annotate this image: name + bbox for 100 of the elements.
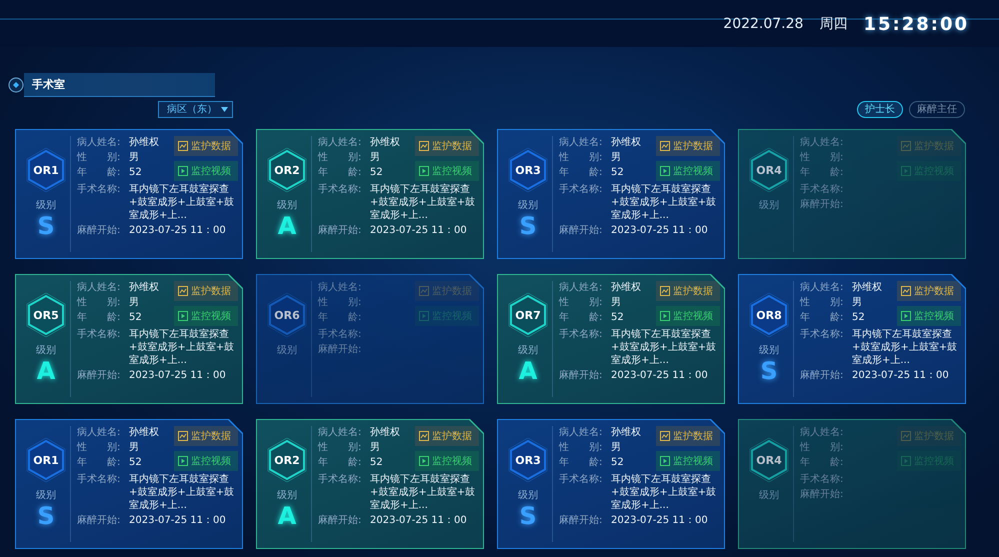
grade-letter: A bbox=[518, 359, 538, 383]
room-badge: OR5 bbox=[26, 293, 66, 337]
field-label: 病人姓名: bbox=[318, 281, 362, 294]
field-label: 病人姓名: bbox=[559, 281, 604, 294]
field-value: 耳内镜下左耳鼓室探查+鼓室成形+上鼓室+鼓室成形+上... bbox=[370, 473, 476, 512]
field-value: 52 bbox=[852, 311, 865, 324]
field-label: 性 别: bbox=[318, 151, 362, 164]
field-label: 手术名称: bbox=[77, 183, 122, 197]
field-label: 性 别: bbox=[559, 296, 604, 309]
room-badge: OR3 bbox=[508, 438, 548, 482]
video-button[interactable]: 监控视频 bbox=[656, 306, 720, 326]
field-label: 麻醉开始: bbox=[559, 224, 604, 237]
chart-icon bbox=[178, 431, 188, 441]
play-icon bbox=[178, 311, 188, 321]
grade-label: 级别 bbox=[277, 344, 297, 357]
field-label: 病人姓名: bbox=[318, 136, 362, 149]
video-button[interactable]: 监控视频 bbox=[897, 306, 961, 326]
field-label: 麻醉开始: bbox=[559, 514, 604, 527]
field-label: 病人姓名: bbox=[800, 426, 844, 439]
clock-time: 15:28:00 bbox=[863, 14, 969, 34]
field-value: 52 bbox=[611, 311, 624, 324]
field-label: 病人姓名: bbox=[77, 281, 122, 294]
grade-label: 级别 bbox=[518, 199, 538, 212]
field-value: 男 bbox=[129, 441, 139, 454]
field-value: 男 bbox=[370, 151, 380, 164]
field-value: 孙维权 bbox=[611, 281, 641, 294]
grade-label: 级别 bbox=[277, 199, 297, 212]
field-label: 手术名称: bbox=[559, 328, 604, 342]
field-value: 男 bbox=[129, 151, 139, 164]
role-tab[interactable]: 麻醉主任 bbox=[909, 100, 965, 118]
role-tab[interactable]: 护士长 bbox=[857, 100, 903, 118]
field-label: 麻醉开始: bbox=[318, 343, 362, 356]
chart-icon bbox=[901, 286, 911, 296]
field-label: 手术名称: bbox=[77, 328, 122, 342]
video-button[interactable]: 监控视频 bbox=[174, 161, 238, 181]
grade-letter: S bbox=[519, 504, 537, 528]
grade-letter: S bbox=[519, 214, 537, 238]
video-button[interactable]: 监控视频 bbox=[174, 451, 238, 471]
field-label: 麻醉开始: bbox=[77, 369, 122, 382]
field-value: 2023-07-25 11：00 bbox=[611, 369, 708, 382]
monitor-data-button[interactable]: 监护数据 bbox=[174, 136, 238, 156]
video-button[interactable]: 监控视频 bbox=[656, 161, 720, 181]
field-value: 男 bbox=[611, 296, 621, 309]
field-label: 病人姓名: bbox=[559, 426, 604, 439]
field-label: 手术名称: bbox=[800, 328, 844, 342]
play-icon bbox=[178, 456, 188, 466]
video-button[interactable]: 监控视频 bbox=[415, 161, 479, 181]
field-value: 孙维权 bbox=[129, 281, 159, 294]
play-icon bbox=[660, 456, 670, 466]
field-value: 孙维权 bbox=[129, 426, 159, 439]
grade-label: 级别 bbox=[518, 489, 538, 502]
grade-letter: S bbox=[760, 359, 778, 383]
field-value: 孙维权 bbox=[852, 281, 882, 294]
monitor-data-button[interactable]: 监护数据 bbox=[174, 281, 238, 301]
monitor-data-button[interactable]: 监护数据 bbox=[415, 136, 479, 156]
field-value: 52 bbox=[129, 311, 142, 324]
field-value: 耳内镜下左耳鼓室探查+鼓室成形+上鼓室+鼓室成形+上... bbox=[129, 473, 236, 512]
date-text: 2022.07.28 bbox=[723, 16, 804, 32]
field-label: 麻醉开始: bbox=[318, 224, 362, 237]
field-label: 年 龄: bbox=[559, 166, 604, 179]
field-label: 性 别: bbox=[318, 296, 362, 309]
monitor-data-button[interactable]: 监护数据 bbox=[656, 426, 720, 446]
chart-icon bbox=[901, 431, 911, 441]
video-button[interactable]: 监控视频 bbox=[415, 451, 479, 471]
grade-letter: S bbox=[37, 504, 55, 528]
monitor-data-button[interactable]: 监护数据 bbox=[415, 426, 479, 446]
field-value: 耳内镜下左耳鼓室探查+鼓室成形+上鼓室+鼓室成形+上... bbox=[129, 183, 236, 222]
monitor-data-button[interactable]: 监护数据 bbox=[174, 426, 238, 446]
field-label: 年 龄: bbox=[800, 456, 844, 469]
field-value: 耳内镜下左耳鼓室探查+鼓室成形+上鼓室+鼓室成形+上... bbox=[611, 473, 718, 512]
grade-label: 级别 bbox=[36, 489, 56, 502]
field-label: 年 龄: bbox=[559, 311, 604, 324]
monitor-data-button[interactable]: 监护数据 bbox=[656, 136, 720, 156]
grade-label: 级别 bbox=[518, 344, 538, 357]
field-label: 年 龄: bbox=[559, 456, 604, 469]
video-button[interactable]: 监控视频 bbox=[656, 451, 720, 471]
field-value: 2023-07-25 11：00 bbox=[129, 514, 226, 527]
chart-icon bbox=[178, 141, 188, 151]
field-label: 手术名称: bbox=[559, 473, 604, 487]
video-button[interactable]: 监控视频 bbox=[174, 306, 238, 326]
monitor-data-button[interactable]: 监护数据 bbox=[897, 281, 961, 301]
monitor-data-button[interactable]: 监护数据 bbox=[656, 281, 720, 301]
field-label: 麻醉开始: bbox=[800, 369, 844, 382]
field-label: 年 龄: bbox=[800, 166, 844, 179]
field-value: 2023-07-25 11：00 bbox=[370, 514, 467, 527]
field-value: 孙维权 bbox=[611, 136, 641, 149]
field-value: 52 bbox=[611, 456, 624, 469]
grade-label: 级别 bbox=[759, 489, 779, 502]
field-value: 52 bbox=[370, 456, 383, 469]
play-icon bbox=[901, 166, 911, 176]
field-label: 病人姓名: bbox=[800, 281, 844, 294]
field-label: 年 龄: bbox=[318, 456, 362, 469]
field-label: 性 别: bbox=[800, 151, 844, 164]
field-label: 手术名称: bbox=[318, 473, 362, 487]
field-value: 孙维权 bbox=[370, 136, 400, 149]
room-badge: OR3 bbox=[508, 148, 548, 192]
section-icon bbox=[8, 77, 24, 93]
grade-label: 级别 bbox=[36, 199, 56, 212]
field-label: 年 龄: bbox=[318, 311, 362, 324]
ward-dropdown[interactable]: 病区（东） bbox=[158, 100, 233, 118]
